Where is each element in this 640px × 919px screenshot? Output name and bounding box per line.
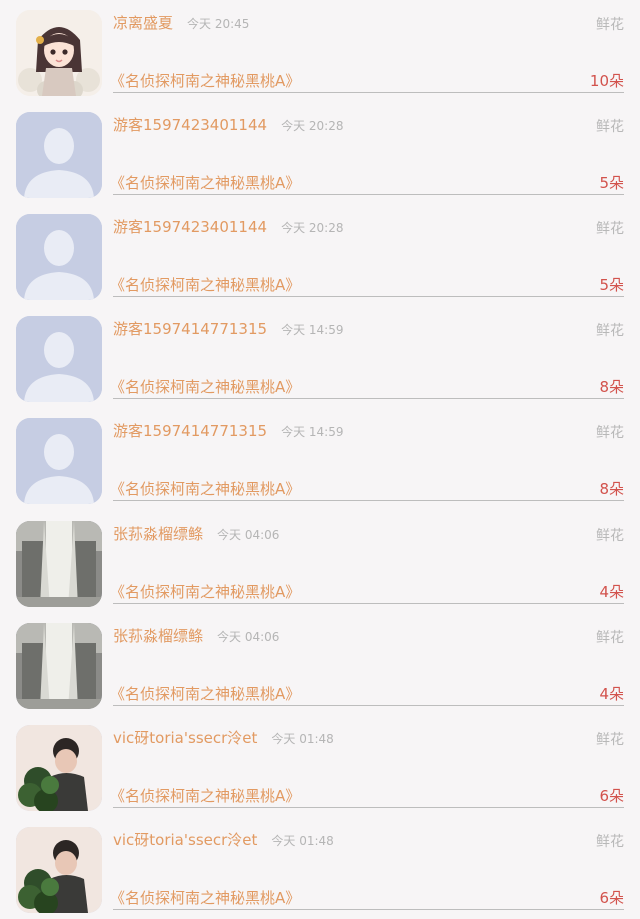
user-name[interactable]: 游客1597414771315 今天 14:59 xyxy=(113,318,343,339)
list-item[interactable]: vic砑toria'ssecr泠et 今天 01:48 鲜花 《名侦探柯南之神秘黑… xyxy=(0,817,640,919)
list-item[interactable]: 张荪淼榴缥鲦 今天 04:06 鲜花 《名侦探柯南之神秘黑桃A》 4朵 xyxy=(0,511,640,613)
user-name[interactable]: 游客1597414771315 今天 14:59 xyxy=(113,420,343,441)
default-user-avatar-icon[interactable] xyxy=(16,418,102,504)
gift-count: 6朵 xyxy=(599,787,624,805)
book-title[interactable]: 《名侦探柯南之神秘黑桃A》 xyxy=(110,887,300,908)
anime-girl-avatar-icon[interactable] xyxy=(16,10,102,96)
gift-count: 8朵 xyxy=(599,480,624,498)
timestamp: 今天 14:59 xyxy=(281,323,344,337)
user-name[interactable]: 游客1597423401144 今天 20:28 xyxy=(113,114,343,135)
divider xyxy=(113,194,624,195)
gift-type-label: 鲜花 xyxy=(596,425,624,441)
gift-count: 8朵 xyxy=(599,378,624,396)
timestamp: 今天 20:28 xyxy=(281,221,344,235)
book-title[interactable]: 《名侦探柯南之神秘黑桃A》 xyxy=(110,376,300,397)
girl-with-plant-avatar-icon[interactable] xyxy=(16,827,102,913)
divider xyxy=(113,909,624,910)
timestamp: 今天 01:48 xyxy=(271,834,334,848)
timestamp: 今天 04:06 xyxy=(217,630,280,644)
gift-count: 5朵 xyxy=(599,276,624,294)
default-user-avatar-icon[interactable] xyxy=(16,214,102,300)
timestamp: 今天 01:48 xyxy=(271,732,334,746)
gift-type-label: 鲜花 xyxy=(596,630,624,646)
user-name[interactable]: vic砑toria'ssecr泠et 今天 01:48 xyxy=(113,829,334,850)
divider xyxy=(113,500,624,501)
divider xyxy=(113,296,624,297)
timestamp: 今天 20:28 xyxy=(281,119,344,133)
list-item[interactable]: 游客1597423401144 今天 20:28 鲜花 《名侦探柯南之神秘黑桃A》… xyxy=(0,102,640,204)
gift-count: 6朵 xyxy=(599,889,624,907)
gift-count: 4朵 xyxy=(599,685,624,703)
gift-count: 10朵 xyxy=(589,72,624,90)
gift-type-label: 鲜花 xyxy=(596,323,624,339)
user-name[interactable]: 游客1597423401144 今天 20:28 xyxy=(113,216,343,237)
gift-record-list: 凉离盛夏 今天 20:45 鲜花 《名侦探柯南之神秘黑桃A》 10朵 游客1597… xyxy=(0,0,640,919)
gift-type-label: 鲜花 xyxy=(596,17,624,33)
divider xyxy=(113,92,624,93)
window-curtain-avatar-icon[interactable] xyxy=(16,623,102,709)
user-name[interactable]: vic砑toria'ssecr泠et 今天 01:48 xyxy=(113,727,334,748)
list-item[interactable]: vic砑toria'ssecr泠et 今天 01:48 鲜花 《名侦探柯南之神秘黑… xyxy=(0,715,640,817)
timestamp: 今天 14:59 xyxy=(281,425,344,439)
book-title[interactable]: 《名侦探柯南之神秘黑桃A》 xyxy=(110,581,300,602)
gift-count: 4朵 xyxy=(599,583,624,601)
book-title[interactable]: 《名侦探柯南之神秘黑桃A》 xyxy=(110,172,300,193)
list-item[interactable]: 凉离盛夏 今天 20:45 鲜花 《名侦探柯南之神秘黑桃A》 10朵 xyxy=(0,0,640,102)
timestamp: 今天 04:06 xyxy=(217,528,280,542)
book-title[interactable]: 《名侦探柯南之神秘黑桃A》 xyxy=(110,70,300,91)
gift-type-label: 鲜花 xyxy=(596,119,624,135)
gift-count: 5朵 xyxy=(599,174,624,192)
list-item[interactable]: 游客1597423401144 今天 20:28 鲜花 《名侦探柯南之神秘黑桃A》… xyxy=(0,204,640,306)
user-name[interactable]: 张荪淼榴缥鲦 今天 04:06 xyxy=(113,523,279,544)
default-user-avatar-icon[interactable] xyxy=(16,112,102,198)
window-curtain-avatar-icon[interactable] xyxy=(16,521,102,607)
divider xyxy=(113,603,624,604)
divider xyxy=(113,705,624,706)
user-name[interactable]: 凉离盛夏 今天 20:45 xyxy=(113,12,249,33)
divider xyxy=(113,807,624,808)
book-title[interactable]: 《名侦探柯南之神秘黑桃A》 xyxy=(110,683,300,704)
user-name[interactable]: 张荪淼榴缥鲦 今天 04:06 xyxy=(113,625,279,646)
gift-type-label: 鲜花 xyxy=(596,221,624,237)
list-item[interactable]: 游客1597414771315 今天 14:59 鲜花 《名侦探柯南之神秘黑桃A》… xyxy=(0,408,640,510)
list-item[interactable]: 游客1597414771315 今天 14:59 鲜花 《名侦探柯南之神秘黑桃A》… xyxy=(0,306,640,408)
book-title[interactable]: 《名侦探柯南之神秘黑桃A》 xyxy=(110,274,300,295)
book-title[interactable]: 《名侦探柯南之神秘黑桃A》 xyxy=(110,478,300,499)
divider xyxy=(113,398,624,399)
timestamp: 今天 20:45 xyxy=(187,17,250,31)
default-user-avatar-icon[interactable] xyxy=(16,316,102,402)
list-item[interactable]: 张荪淼榴缥鲦 今天 04:06 鲜花 《名侦探柯南之神秘黑桃A》 4朵 xyxy=(0,613,640,715)
book-title[interactable]: 《名侦探柯南之神秘黑桃A》 xyxy=(110,785,300,806)
gift-type-label: 鲜花 xyxy=(596,528,624,544)
gift-type-label: 鲜花 xyxy=(596,732,624,748)
girl-with-plant-avatar-icon[interactable] xyxy=(16,725,102,811)
gift-type-label: 鲜花 xyxy=(596,834,624,850)
